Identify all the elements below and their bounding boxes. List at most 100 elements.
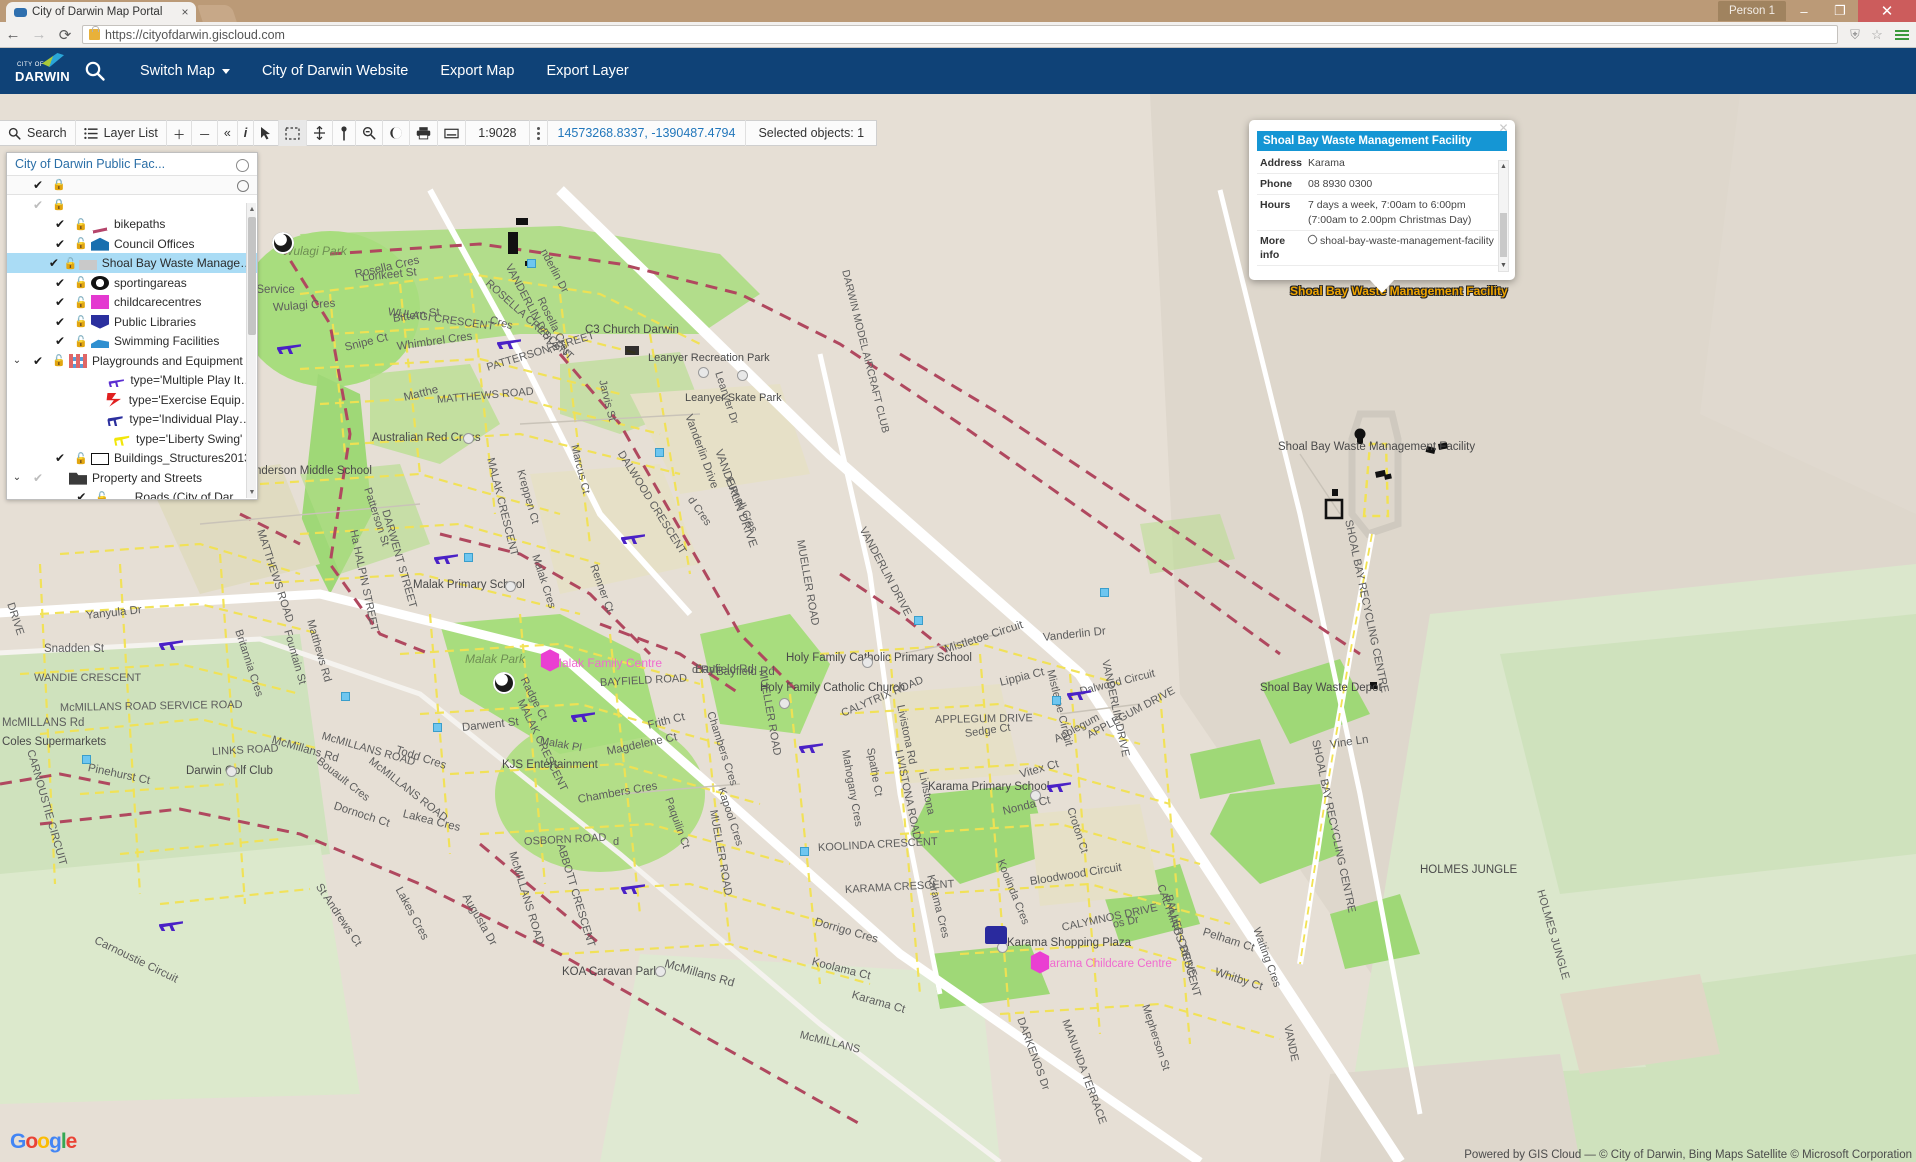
- toolbar-zoom-out-button[interactable]: －: [192, 120, 218, 146]
- layer-lock-icon[interactable]: 🔓: [71, 296, 91, 309]
- map-viewport[interactable]: Wulagi Park Rosella Cres ROSELLA CRESCENT L…: [0, 94, 1916, 1162]
- toolbar-measure-button[interactable]: [333, 120, 357, 146]
- scroll-thumb[interactable]: [1500, 213, 1507, 257]
- layer-row[interactable]: type='Multiple Play Items': [7, 370, 257, 390]
- toolbar-zoom-tool-button[interactable]: [356, 120, 384, 146]
- layer-visibility-check[interactable]: ✔: [49, 217, 71, 231]
- info-popup-scrollbar[interactable]: ▲ ▼: [1498, 160, 1509, 272]
- layer-row[interactable]: ✔ 🔓 Public Libraries: [7, 312, 257, 332]
- poi-icon[interactable]: [737, 370, 748, 381]
- bus-stop-icon[interactable]: [464, 553, 473, 562]
- layer-row[interactable]: ✔ 🔓 sportingareas: [7, 273, 257, 293]
- layer-scrollbar[interactable]: ▲ ▼: [246, 203, 256, 498]
- layer-visibility-check[interactable]: ✔: [49, 315, 71, 329]
- zoom-icon[interactable]: [237, 179, 249, 192]
- layer-visibility-check[interactable]: ✔: [49, 276, 71, 290]
- layer-lock-icon[interactable]: 🔓: [71, 237, 91, 250]
- layer-lock-icon[interactable]: 🔓: [71, 218, 91, 231]
- header-item-export-map[interactable]: Export Map: [424, 48, 530, 94]
- layer-row[interactable]: ✔ 🔒: [7, 195, 257, 215]
- layer-visibility-check[interactable]: ✔: [49, 295, 71, 309]
- toolbar-drag-handle[interactable]: [530, 120, 548, 146]
- school-poi-icon[interactable]: [1030, 790, 1041, 801]
- reload-icon[interactable]: ⟳: [52, 22, 78, 48]
- bus-stop-icon[interactable]: [914, 616, 923, 625]
- globe-icon[interactable]: [236, 159, 249, 172]
- bus-stop-icon[interactable]: [655, 448, 664, 457]
- scroll-down-icon[interactable]: ▼: [247, 486, 257, 498]
- layer-visibility-check[interactable]: ✔: [27, 198, 49, 212]
- new-tab-button[interactable]: [197, 5, 237, 22]
- scroll-up-icon[interactable]: ▲: [1499, 161, 1508, 172]
- school-poi-icon[interactable]: [505, 581, 516, 592]
- feature-info-popup[interactable]: ✕ Shoal Bay Waste Management Facility Ad…: [1249, 120, 1515, 293]
- layer-visibility-check[interactable]: ✔: [27, 354, 49, 368]
- layer-row[interactable]: type='Liberty Swing': [7, 429, 257, 449]
- toolbar-basemap-button[interactable]: [383, 120, 411, 146]
- layer-lock-icon[interactable]: 🔓: [71, 315, 91, 328]
- toolbar-map-scale[interactable]: 1:9028: [466, 120, 530, 146]
- header-item-switch-map[interactable]: Switch Map: [120, 48, 246, 94]
- layer-row[interactable]: ✔ 🔓 Buildings_Structures2013: [7, 448, 257, 468]
- school-poi-icon[interactable]: [862, 657, 873, 668]
- toolbar-legend-button[interactable]: [438, 120, 467, 146]
- layer-row[interactable]: ✔ 🔓 bikepaths: [7, 214, 257, 234]
- root-lock-icon[interactable]: 🔒: [49, 178, 69, 191]
- shield-icon[interactable]: ⛨: [1844, 22, 1866, 48]
- browser-tab[interactable]: City of Darwin Map Portal ×: [6, 2, 196, 22]
- layer-visibility-check[interactable]: ✔: [71, 490, 93, 499]
- layer-lock-icon[interactable]: 🔓: [71, 276, 91, 289]
- forward-icon[interactable]: →: [26, 22, 52, 48]
- layer-row[interactable]: ⌄ ✔ Property and Streets: [7, 468, 257, 488]
- info-row-value[interactable]: shoal-bay-waste-management-facility: [1305, 230, 1499, 265]
- toolbar-collapse-button[interactable]: «: [218, 120, 238, 146]
- layer-visibility-check[interactable]: ✔: [45, 256, 63, 270]
- toolbar-pointer-button[interactable]: [254, 120, 280, 146]
- layer-lock-icon[interactable]: 🔒: [49, 198, 69, 211]
- poi-icon[interactable]: [655, 966, 666, 977]
- layer-tree[interactable]: ✔ 🔒 ✔ 🔓 bikepaths ✔ 🔓 Council Offices ✔ 🔓 Shoal Ba…: [7, 195, 257, 499]
- layer-visibility-check[interactable]: ✔: [27, 471, 49, 485]
- toolbar-print-button[interactable]: [410, 120, 439, 146]
- layer-row[interactable]: type='Individual Play Item': [7, 409, 257, 429]
- toolbar-layer-list-button[interactable]: Layer List: [76, 120, 167, 146]
- poi-icon[interactable]: [463, 433, 474, 444]
- scroll-thumb[interactable]: [248, 217, 256, 335]
- layer-row[interactable]: ✔🔓 Shoal Bay Waste Management Fac: [7, 253, 257, 273]
- toolbar-select-box-button[interactable]: [279, 120, 308, 146]
- window-minimize-button[interactable]: –: [1786, 0, 1822, 22]
- poi-icon[interactable]: [226, 766, 237, 777]
- poi-icon[interactable]: [779, 698, 790, 709]
- layer-lock-icon[interactable]: 🔓: [71, 335, 91, 348]
- layer-lock-icon[interactable]: 🔓: [49, 354, 69, 367]
- root-visibility-check[interactable]: ✔: [27, 178, 49, 192]
- expander-chevron-icon[interactable]: ⌄: [7, 355, 27, 366]
- toolbar-search-button[interactable]: Search: [0, 120, 76, 146]
- bookmark-star-icon[interactable]: ☆: [1866, 22, 1888, 48]
- layer-visibility-check[interactable]: ✔: [49, 334, 71, 348]
- window-close-button[interactable]: ✕: [1858, 0, 1916, 22]
- close-icon[interactable]: ✕: [1497, 122, 1510, 135]
- bus-stop-icon[interactable]: [527, 259, 536, 268]
- layer-panel-title[interactable]: City of Darwin Public Fac...: [7, 153, 257, 176]
- layer-lock-icon[interactable]: 🔓: [92, 491, 112, 499]
- layer-row[interactable]: type='Exercise Equipment': [7, 390, 257, 410]
- bus-stop-icon[interactable]: [341, 692, 350, 701]
- poi-icon[interactable]: [698, 367, 709, 378]
- layer-visibility-check[interactable]: ✔: [49, 237, 71, 251]
- back-icon[interactable]: ←: [0, 22, 26, 48]
- bus-stop-icon[interactable]: [82, 755, 91, 764]
- layer-lock-icon[interactable]: 🔓: [71, 452, 91, 465]
- layer-row[interactable]: ✔ 🔓 Roads (City of Darwin): [7, 487, 257, 499]
- header-search-icon[interactable]: [70, 48, 120, 94]
- address-bar[interactable]: https://cityofdarwin.giscloud.com: [82, 25, 1838, 44]
- bus-stop-icon[interactable]: [800, 847, 809, 856]
- layer-row[interactable]: ⌄ ✔ 🔓 Playgrounds and Equipment: [7, 351, 257, 371]
- layer-visibility-check[interactable]: ✔: [49, 451, 71, 465]
- header-item-city-of-darwin-website[interactable]: City of Darwin Website: [246, 48, 424, 94]
- tab-close-icon[interactable]: ×: [178, 5, 192, 19]
- expander-chevron-icon[interactable]: ⌄: [7, 472, 27, 483]
- header-item-export-layer[interactable]: Export Layer: [531, 48, 645, 94]
- window-maximize-button[interactable]: ❐: [1822, 0, 1858, 22]
- toolbar-zoom-in-button[interactable]: ＋: [167, 120, 193, 146]
